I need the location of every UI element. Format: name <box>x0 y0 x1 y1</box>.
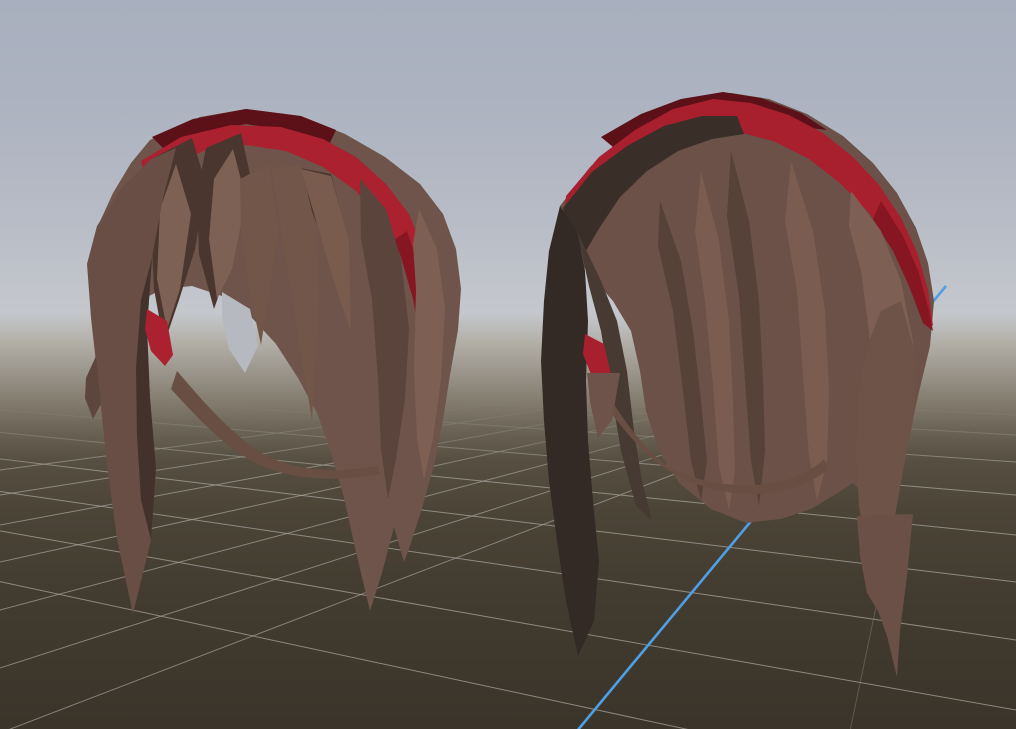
scene-viewport[interactable] <box>0 0 1016 729</box>
